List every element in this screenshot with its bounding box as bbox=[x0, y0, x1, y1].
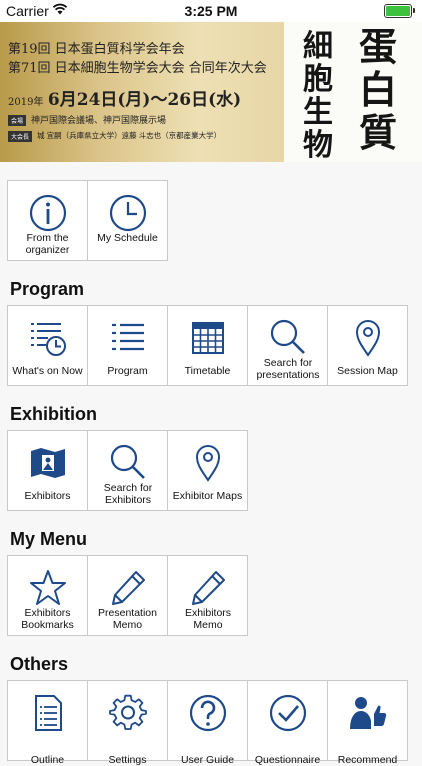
venue-text: 神戸国際会議場、神戸国際展示場 bbox=[31, 115, 167, 125]
check-circle-icon bbox=[248, 693, 327, 735]
tile-label: Exhibitors Memo bbox=[184, 607, 232, 631]
calli-char: 細 bbox=[303, 29, 333, 64]
list-clock-icon bbox=[8, 318, 87, 360]
search-icon bbox=[88, 443, 167, 485]
banner-text-panel: 第19回 日本蛋白質科学会年会 第71回 日本細胞生物学会大会 合同年次大会 2… bbox=[0, 22, 284, 162]
star-icon bbox=[8, 568, 87, 610]
tile-label: Exhibitors bbox=[24, 490, 71, 502]
search-icon bbox=[248, 318, 327, 360]
calli-char: 蛋 bbox=[358, 24, 397, 69]
tile-label: Timetable bbox=[184, 365, 231, 377]
tile-label: Search for Exhibitors bbox=[103, 482, 153, 506]
banner-date: 2019年 6月24日(月)～26日(水) bbox=[8, 85, 241, 110]
clock-icon bbox=[88, 193, 167, 235]
map-pin-icon bbox=[168, 443, 247, 485]
map-pin-icon bbox=[328, 318, 407, 360]
top-tiles-row: From the organizer My Schedule bbox=[7, 180, 168, 261]
battery-icon bbox=[384, 4, 415, 18]
session-map-tile[interactable]: Session Map bbox=[327, 305, 408, 386]
from-organizer-tile[interactable]: From the organizer bbox=[7, 180, 88, 261]
tile-label: From the organizer bbox=[25, 232, 70, 256]
tile-label: Search for presentations bbox=[256, 357, 320, 381]
presentation-memo-tile[interactable]: Presentation Memo bbox=[87, 555, 168, 636]
document-icon bbox=[8, 693, 87, 735]
user-guide-tile[interactable]: User Guide bbox=[167, 680, 248, 766]
pencil-icon bbox=[168, 568, 247, 610]
search-presentations-tile[interactable]: Search for presentations bbox=[247, 305, 328, 386]
list-icon bbox=[88, 318, 167, 360]
tile-label: Settings bbox=[108, 754, 147, 766]
tile-label: Program bbox=[107, 365, 148, 377]
questionnaire-tile[interactable]: Questionnaire bbox=[247, 680, 328, 766]
tile-label: Recommend bbox=[337, 754, 398, 766]
timetable-tile[interactable]: Timetable bbox=[167, 305, 248, 386]
calli-char: 生 bbox=[303, 95, 333, 130]
calli-char: 胞 bbox=[303, 62, 333, 97]
exhibitor-maps-tile[interactable]: Exhibitor Maps bbox=[167, 430, 248, 511]
tile-label: What's on Now bbox=[12, 365, 83, 377]
venue-tag: 会場 bbox=[8, 115, 27, 127]
calli-char: 物 bbox=[303, 128, 333, 162]
gear-icon bbox=[88, 693, 167, 735]
others-tiles-row: Outline Settings User Guide Questionnair… bbox=[7, 680, 408, 766]
tile-label: Exhibitor Maps bbox=[172, 490, 243, 502]
my-schedule-tile[interactable]: My Schedule bbox=[87, 180, 168, 261]
calli-char: 質 bbox=[358, 110, 397, 155]
exhibitors-tile[interactable]: Exhibitors bbox=[7, 430, 88, 511]
tile-label: My Schedule bbox=[97, 232, 158, 244]
conference-banner[interactable]: 第19回 日本蛋白質科学会年会 第71回 日本細胞生物学会大会 合同年次大会 2… bbox=[0, 22, 422, 162]
exhibition-tiles-row: Exhibitors Search for Exhibitors Exhibit… bbox=[7, 430, 248, 511]
calligraphy-right: 蛋 白 質 bbox=[356, 25, 400, 154]
banner-chairs: 大会長城 宜嗣（兵庫県立大学）遠藤 斗志也（京都産業大学） bbox=[8, 130, 221, 142]
tile-label: User Guide bbox=[180, 754, 235, 766]
banner-date-year: 2019年 bbox=[8, 97, 44, 108]
pencil-icon bbox=[88, 568, 167, 610]
tile-label: Questionnaire bbox=[254, 754, 321, 766]
help-icon bbox=[168, 693, 247, 735]
program-tiles-row: What's on Now Program Timetable Search f… bbox=[7, 305, 408, 386]
banner-venue: 会場 神戸国際会議場、神戸国際展示場 bbox=[8, 113, 167, 127]
whats-on-now-tile[interactable]: What's on Now bbox=[7, 305, 88, 386]
calendar-grid-icon bbox=[168, 318, 247, 360]
tile-label: Session Map bbox=[337, 365, 398, 377]
status-time: 3:25 PM bbox=[184, 3, 238, 19]
calligraphy-left: 細 胞 生 物 bbox=[300, 30, 336, 162]
banner-line1: 第19回 日本蛋白質科学会年会 bbox=[8, 42, 185, 57]
outline-tile[interactable]: Outline bbox=[7, 680, 88, 766]
chairs-text: 城 宜嗣（兵庫県立大学）遠藤 斗志也（京都産業大学） bbox=[37, 131, 222, 140]
banner-date-main: 6月24日(月)～26日(水) bbox=[47, 90, 242, 110]
mymenu-section-title: My Menu bbox=[10, 529, 88, 549]
exhibition-section-title: Exhibition bbox=[10, 404, 97, 424]
info-icon bbox=[8, 193, 87, 235]
recommend-tile[interactable]: Recommend bbox=[327, 680, 408, 766]
search-exhibitors-tile[interactable]: Search for Exhibitors bbox=[87, 430, 168, 511]
mymenu-tiles-row: Exhibitors Bookmarks Presentation Memo E… bbox=[7, 555, 248, 636]
program-section-title: Program bbox=[10, 279, 85, 299]
status-bar: Carrier 3:25 PM bbox=[0, 0, 422, 22]
exhibitors-bookmarks-tile[interactable]: Exhibitors Bookmarks bbox=[7, 555, 88, 636]
program-tile[interactable]: Program bbox=[87, 305, 168, 386]
banner-calligraphy-panel: 蛋 白 質 細 胞 生 物 bbox=[284, 22, 422, 162]
tile-label: Outline bbox=[30, 754, 65, 766]
calli-char: 白 bbox=[358, 67, 397, 112]
banner-line2: 第71回 日本細胞生物学会大会 合同年次大会 bbox=[8, 61, 267, 76]
thumbs-up-person-icon bbox=[328, 693, 407, 735]
tile-label: Exhibitors Bookmarks bbox=[21, 607, 74, 631]
exhibitors-memo-tile[interactable]: Exhibitors Memo bbox=[167, 555, 248, 636]
settings-tile[interactable]: Settings bbox=[87, 680, 168, 766]
others-section-title: Others bbox=[10, 654, 69, 674]
exhibitor-map-icon bbox=[8, 443, 87, 485]
tile-label: Presentation Memo bbox=[98, 607, 157, 631]
chair-tag: 大会長 bbox=[8, 130, 33, 142]
